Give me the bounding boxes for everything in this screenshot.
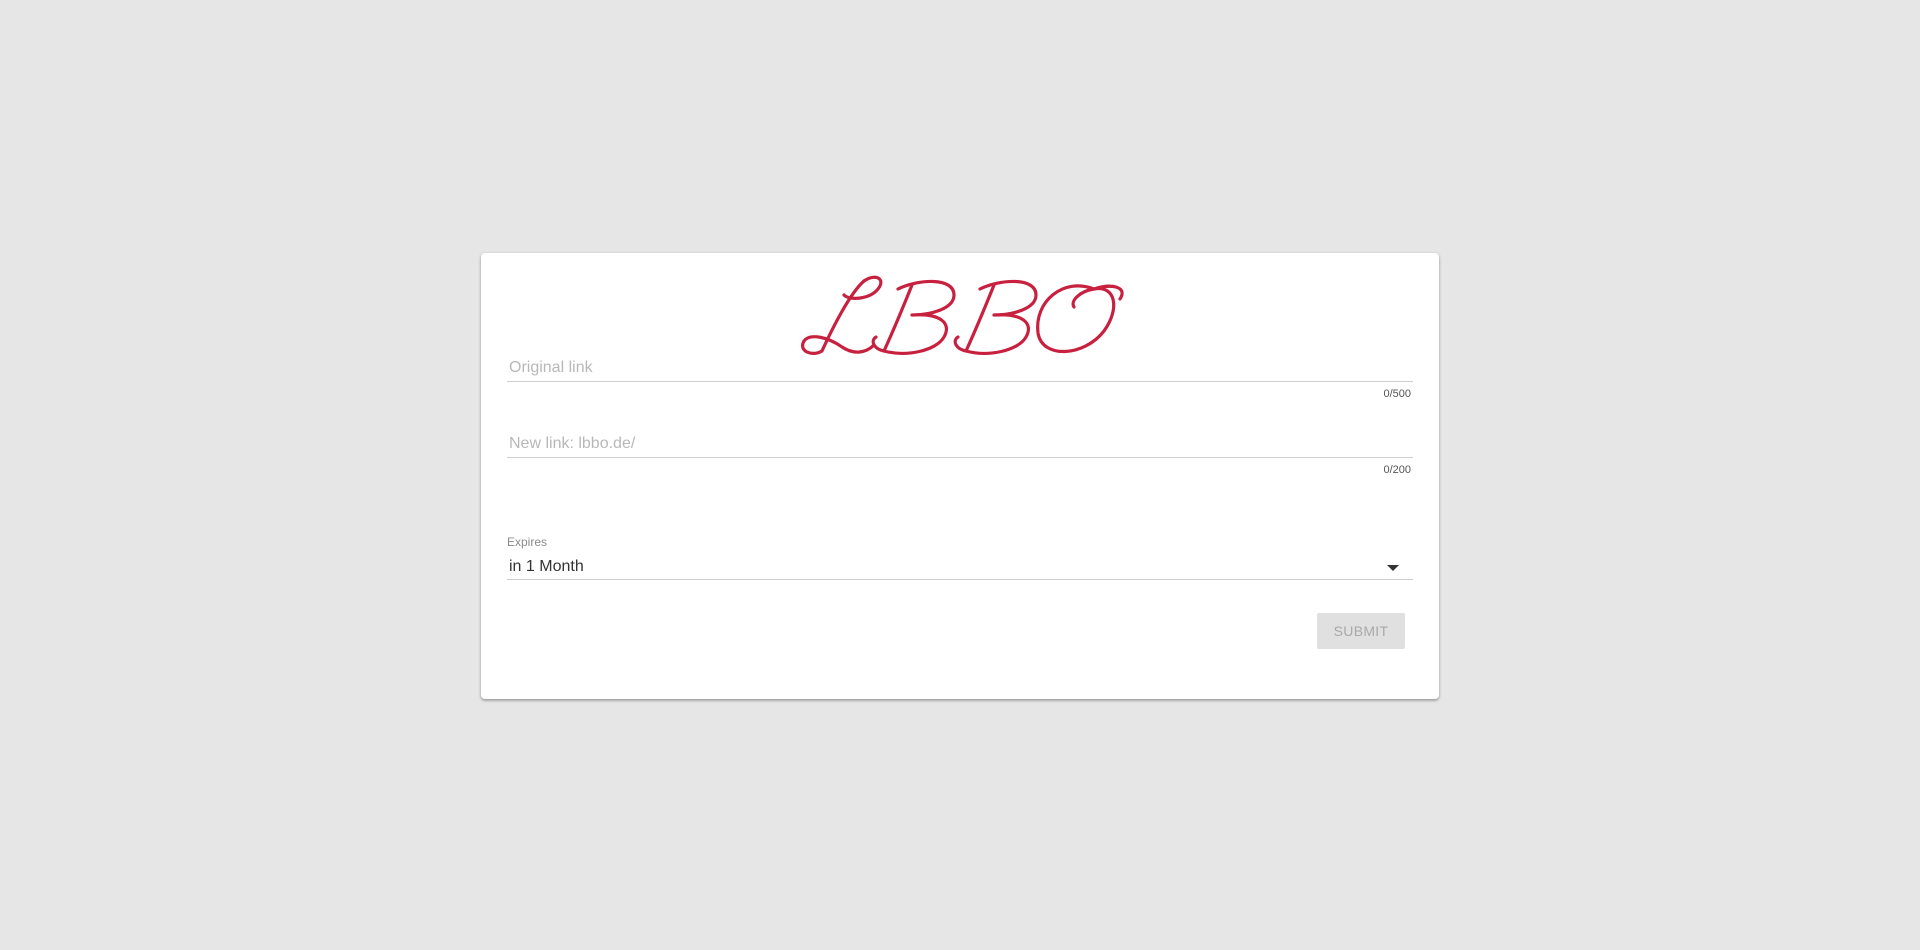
submit-button[interactable]: SUBMIT — [1317, 613, 1405, 649]
original-link-field[interactable]: Original link 0/500 — [507, 349, 1413, 400]
original-link-placeholder: Original link — [509, 359, 593, 376]
expires-label: Expires — [507, 535, 548, 549]
new-link-field[interactable]: New link: lbbo.de/ 0/200 — [507, 425, 1413, 476]
dropdown-arrow-icon[interactable] — [1387, 565, 1399, 571]
new-link-placeholder: New link: lbbo.de/ — [509, 435, 636, 452]
original-link-counter: 0/500 — [1383, 388, 1411, 400]
shortener-card: Original link 0/500 New link: lbbo.de/ 0… — [481, 253, 1439, 699]
new-link-counter: 0/200 — [1383, 464, 1411, 476]
original-link-input[interactable]: Original link — [507, 349, 1413, 382]
expires-select[interactable]: in 1 Month — [507, 553, 1413, 580]
expires-field[interactable]: Expires in 1 Month — [507, 535, 1413, 580]
new-link-input[interactable]: New link: lbbo.de/ — [507, 425, 1413, 458]
expires-selected-value: in 1 Month — [509, 558, 584, 575]
